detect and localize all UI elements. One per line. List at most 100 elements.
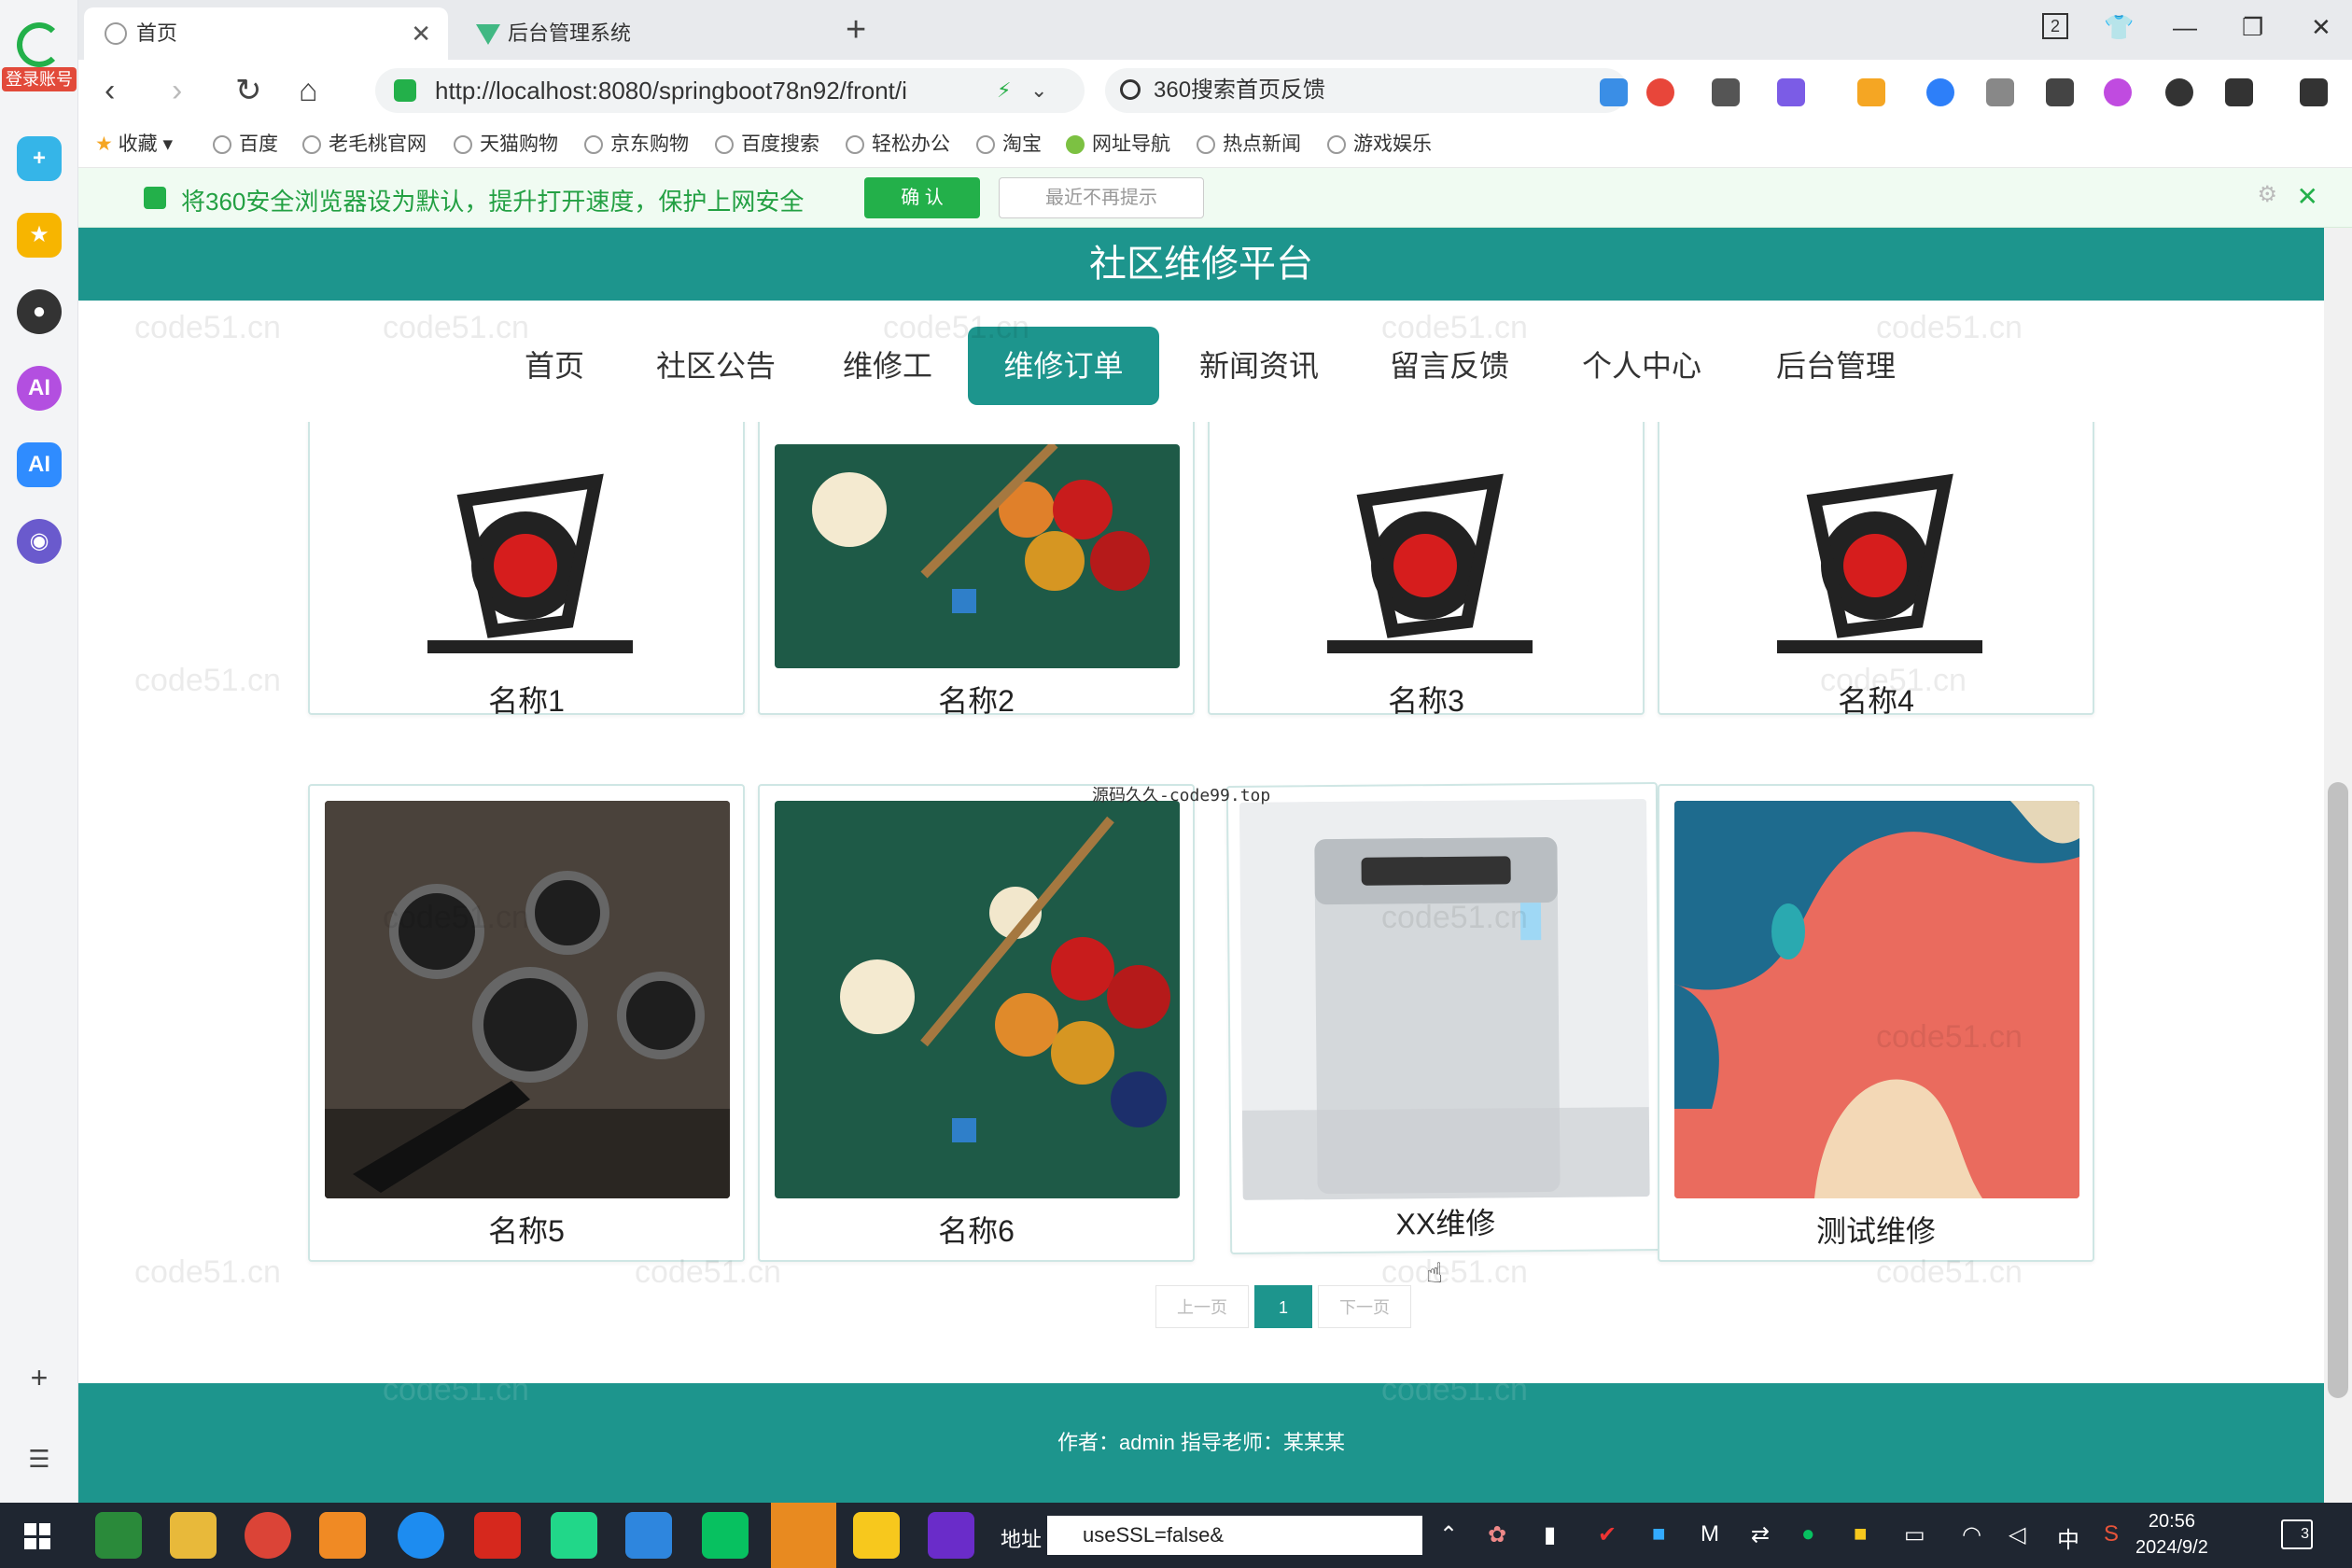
bookmark-item[interactable]: 京东购物 <box>584 133 689 157</box>
notifications-icon[interactable]: 3 <box>2281 1519 2313 1549</box>
item-card[interactable]: 测试维修 <box>1658 784 2094 1262</box>
ime-indicator[interactable]: 中 <box>2057 1521 2079 1554</box>
shirt-skin-icon[interactable]: 👕 <box>2104 13 2134 42</box>
tab-counter[interactable]: 2 <box>2042 13 2068 39</box>
bookmark-item[interactable]: 天猫购物 <box>454 133 558 157</box>
close-window-icon[interactable]: ✕ <box>2311 13 2331 42</box>
item-card[interactable]: 名称4 <box>1658 405 2094 718</box>
bookmark-item[interactable]: 百度搜索 <box>715 133 819 157</box>
undo-icon[interactable] <box>2225 78 2253 106</box>
shield-icon[interactable] <box>1857 78 1885 106</box>
reload-icon[interactable]: ↻ <box>235 69 262 112</box>
flash-icon[interactable]: ⚡ <box>997 69 1011 112</box>
login-badge[interactable]: 登录账号 <box>2 67 77 91</box>
active-app-icon[interactable] <box>771 1503 836 1568</box>
settings-gear-icon[interactable]: ⚙ <box>2257 181 2277 208</box>
nav-news[interactable]: 新闻资讯 <box>1180 327 1338 405</box>
scrollbar-thumb[interactable] <box>2328 782 2348 1398</box>
intellij-icon[interactable] <box>928 1512 974 1559</box>
minimize-icon[interactable]: — <box>2173 13 2197 42</box>
item-card[interactable]: 名称2 <box>758 405 1195 718</box>
close-infobar-icon[interactable]: ✕ <box>2297 181 2318 212</box>
bookmark-item[interactable]: 老毛桃官网 <box>302 133 427 157</box>
wps-icon[interactable] <box>474 1512 521 1559</box>
item-card[interactable]: 名称6 <box>758 784 1195 1262</box>
chevron-down-icon[interactable]: ⌄ <box>1030 69 1047 112</box>
favorites-star-icon[interactable]: ★ <box>17 213 62 258</box>
bookmark-item[interactable]: 热点新闻 <box>1197 133 1301 157</box>
translate-icon[interactable] <box>1777 78 1805 106</box>
tray-m-icon[interactable]: M <box>1701 1521 1719 1547</box>
browser-360-icon[interactable] <box>95 1512 142 1559</box>
search-input[interactable]: 360搜索首页反馈 <box>1105 68 1628 113</box>
back-icon[interactable]: ‹ <box>105 69 115 112</box>
tab-admin[interactable]: 后台管理系统 <box>455 7 829 60</box>
app-icon[interactable] <box>625 1512 672 1559</box>
nav-repair-orders[interactable]: 维修订单 <box>968 327 1159 405</box>
nav-personal-center[interactable]: 个人中心 <box>1562 327 1721 405</box>
clock[interactable]: 20:56 2024/9/2 <box>2135 1508 2208 1561</box>
chat-bot-icon[interactable]: ◉ <box>17 519 62 564</box>
item-card[interactable]: 名称5 <box>308 784 745 1262</box>
chrome-icon[interactable] <box>245 1512 291 1559</box>
tray-network-icon[interactable]: ▭ <box>1904 1521 1925 1548</box>
ai-icon[interactable] <box>2104 78 2132 106</box>
file-explorer-icon[interactable] <box>170 1512 217 1559</box>
tray-wechat-icon[interactable]: ● <box>1801 1521 1815 1547</box>
chevron-up-icon[interactable]: ⌃ <box>1439 1521 1458 1548</box>
nav-admin[interactable]: 后台管理 <box>1757 327 1915 405</box>
brightness-icon[interactable] <box>2165 78 2193 106</box>
tray-usb-icon[interactable]: ▮ <box>1544 1521 1556 1548</box>
nav-announcements[interactable]: 社区公告 <box>637 327 795 405</box>
browser-logo-icon[interactable] <box>17 22 62 67</box>
restore-icon[interactable]: ❐ <box>2242 13 2263 42</box>
bookmark-favorites[interactable]: ★ 收藏 ▾ <box>95 133 173 157</box>
extension-icon[interactable] <box>1986 78 2014 106</box>
forward-icon[interactable]: › <box>172 69 182 112</box>
tab-home[interactable]: 首页 ✕ <box>84 7 448 60</box>
add-app-icon[interactable]: + <box>17 136 62 181</box>
volume-icon[interactable]: ◁ <box>2009 1521 2025 1548</box>
tray-app-icon[interactable]: ✿ <box>1488 1521 1506 1548</box>
bookmark-item[interactable]: 网址导航 <box>1066 133 1170 157</box>
pycharm-icon[interactable] <box>551 1512 597 1559</box>
url-input[interactable]: http://localhost:8080/springboot78n92/fr… <box>375 68 1085 113</box>
nav-home[interactable]: 首页 <box>489 327 620 405</box>
add-panel-icon[interactable]: + <box>21 1361 58 1395</box>
tray-settings-icon[interactable]: ⇄ <box>1751 1521 1770 1548</box>
taskbar-address-input[interactable]: useSSL=false& <box>1047 1516 1422 1555</box>
close-tab-icon[interactable]: ✕ <box>411 7 431 60</box>
ai-assistant-icon[interactable]: AI <box>17 366 62 411</box>
item-card[interactable]: 名称1 <box>308 405 745 718</box>
menu-icon[interactable] <box>2300 78 2328 106</box>
ai-writer-icon[interactable]: AI <box>17 442 62 487</box>
bookmark-item[interactable]: 淘宝 <box>976 133 1042 157</box>
item-card[interactable]: XX维修 <box>1225 781 1662 1255</box>
app-icon[interactable] <box>853 1512 900 1559</box>
tray-s-icon[interactable]: S <box>2104 1521 2119 1547</box>
home-icon[interactable]: ⌂ <box>299 69 318 112</box>
new-tab-button[interactable]: + <box>846 7 866 52</box>
page-scrollbar[interactable] <box>2324 228 2352 1503</box>
item-card[interactable]: 名称3 <box>1208 405 1645 718</box>
apps-grid-icon[interactable] <box>2046 78 2074 106</box>
dont-remind-button[interactable]: 最近不再提示 <box>999 177 1204 218</box>
edge-icon[interactable] <box>398 1512 444 1559</box>
menu-list-icon[interactable]: ☰ <box>21 1445 58 1474</box>
magnifier-icon[interactable] <box>1926 78 1954 106</box>
page-1-button[interactable]: 1 <box>1254 1285 1312 1328</box>
tray-security-icon[interactable]: ✔ <box>1598 1521 1617 1548</box>
bookmark-item[interactable]: 百度 <box>213 133 278 157</box>
scissors-icon[interactable] <box>1712 78 1740 106</box>
bookmark-item[interactable]: 游戏娱乐 <box>1327 133 1432 157</box>
mail-icon[interactable] <box>1600 78 1628 106</box>
nav-repair-workers[interactable]: 维修工 <box>818 327 958 405</box>
weibo-icon[interactable] <box>1646 78 1674 106</box>
wifi-icon[interactable]: ◠ <box>1962 1521 1981 1548</box>
robot-icon[interactable]: ● <box>17 289 62 334</box>
next-page-button[interactable]: 下一页 <box>1318 1285 1411 1328</box>
confirm-button[interactable]: 确 认 <box>864 177 980 218</box>
wechat-icon[interactable] <box>702 1512 749 1559</box>
bookmark-item[interactable]: 轻松办公 <box>846 133 950 157</box>
windows-start-icon[interactable] <box>24 1523 50 1549</box>
